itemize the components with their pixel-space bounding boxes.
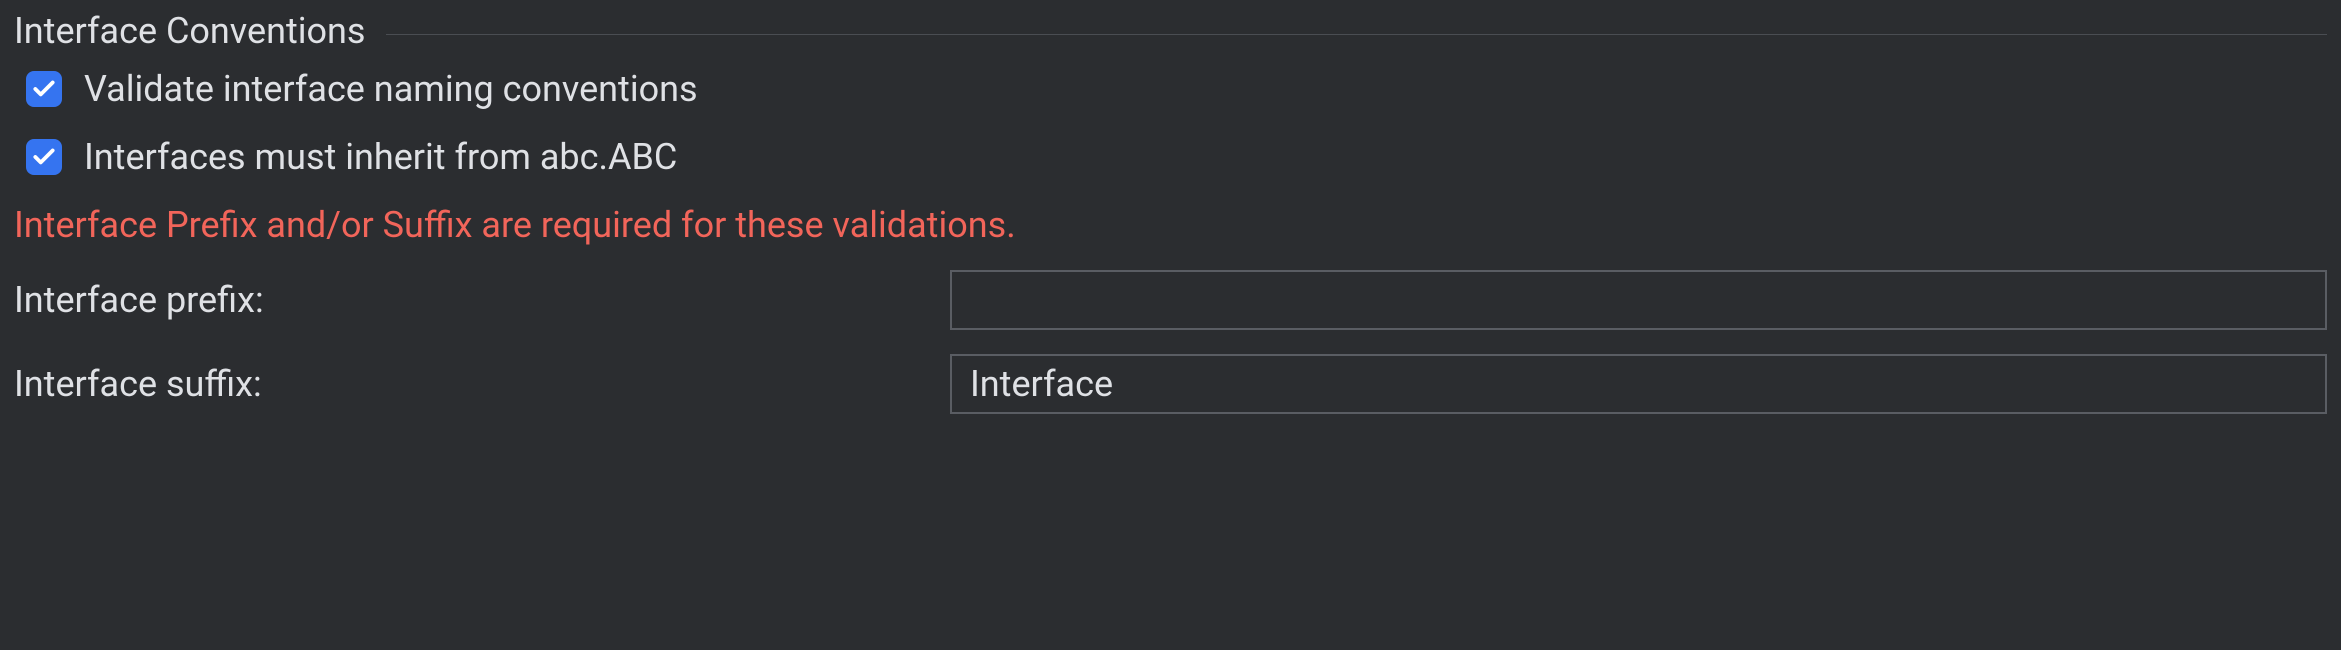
inherit-abc-label: Interfaces must inherit from abc.ABC	[84, 136, 677, 178]
interface-prefix-row: Interface prefix:	[14, 270, 2327, 330]
validate-naming-label: Validate interface naming conventions	[84, 68, 698, 110]
checkmark-icon	[31, 76, 57, 102]
interface-prefix-label: Interface prefix:	[14, 279, 950, 321]
interface-conventions-section: Interface Conventions Validate interface…	[0, 0, 2341, 414]
interface-suffix-label: Interface suffix:	[14, 363, 950, 405]
inherit-abc-row: Interfaces must inherit from abc.ABC	[26, 136, 2327, 178]
interface-prefix-input[interactable]	[950, 270, 2327, 330]
interface-suffix-input[interactable]	[950, 354, 2327, 414]
inherit-abc-checkbox[interactable]	[26, 139, 62, 175]
section-title: Interface Conventions	[14, 10, 366, 52]
validate-naming-checkbox[interactable]	[26, 71, 62, 107]
validation-error-message: Interface Prefix and/or Suffix are requi…	[14, 204, 2327, 246]
interface-suffix-row: Interface suffix:	[14, 354, 2327, 414]
section-header: Interface Conventions	[0, 0, 2341, 62]
section-divider	[386, 34, 2327, 35]
validate-naming-row: Validate interface naming conventions	[26, 68, 2327, 110]
checkmark-icon	[31, 144, 57, 170]
